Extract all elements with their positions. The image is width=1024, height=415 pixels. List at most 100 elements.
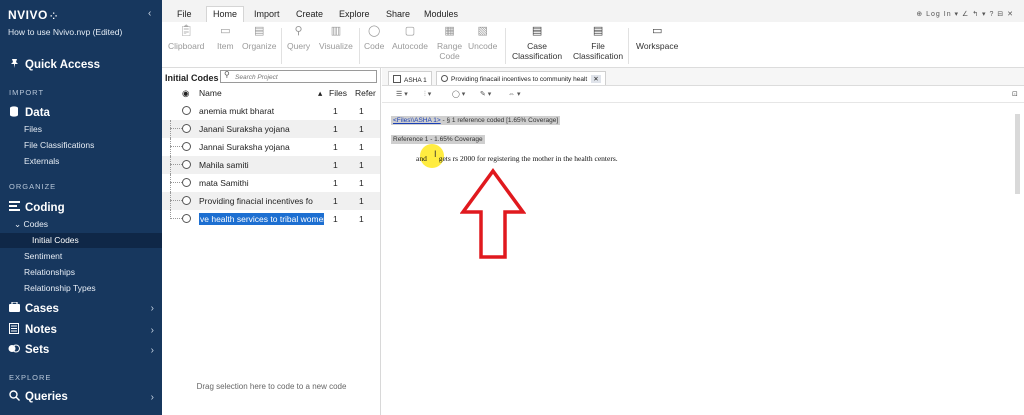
tab-file[interactable]: File — [177, 9, 192, 19]
query-icon: ⚲ — [294, 25, 303, 37]
sidebar-item-cases[interactable]: Cases › — [8, 301, 158, 315]
notes-label: Notes — [25, 324, 57, 336]
notes-icon — [8, 323, 20, 337]
tab-modules[interactable]: Modules — [424, 9, 458, 19]
sidebar-item-relationships[interactable]: Relationships — [24, 267, 75, 277]
tab-import[interactable]: Import — [254, 9, 280, 19]
window-controls[interactable]: ⊕ Log In ▾ ∠ ↰ ▾ ? ⊟ ✕ — [916, 10, 1014, 18]
autocode-icon: ▢ — [404, 25, 416, 37]
tab-providing-incentives[interactable]: Providing finacail incentives to communi… — [436, 71, 606, 85]
tab-home[interactable]: Home — [206, 6, 245, 22]
sidebar-item-sentiment[interactable]: Sentiment — [24, 251, 62, 261]
search-icon — [8, 390, 20, 404]
range-code-button[interactable]: ▦ Range Code — [437, 26, 462, 62]
tab-create[interactable]: Create — [296, 9, 323, 19]
code-button[interactable]: ◯ Code — [364, 25, 384, 52]
tab-explore[interactable]: Explore — [339, 9, 370, 19]
table-row[interactable]: Janani Suraksha yojana 1 1 — [162, 120, 380, 138]
close-icon[interactable]: ✕ — [591, 75, 601, 83]
column-header-name[interactable]: Name — [199, 88, 222, 98]
search-box[interactable]: ⚲ — [220, 70, 377, 83]
code-node-icon — [441, 75, 448, 82]
select-all-radio[interactable]: ◉ — [182, 88, 189, 99]
chevron-right-icon: › — [150, 303, 154, 314]
text-cursor-icon: I — [434, 149, 437, 159]
code-refs-count: 1 — [359, 196, 364, 206]
sidebar-item-queries[interactable]: Queries › — [8, 390, 158, 404]
sets-label: Sets — [25, 344, 50, 356]
column-header-files[interactable]: Files — [329, 88, 347, 98]
document-icon — [393, 75, 401, 83]
table-row[interactable]: Providing finacial incentives fo 1 1 — [162, 192, 380, 210]
code-name-edit-field[interactable]: ve health services to tribal women — [199, 213, 324, 225]
item-button[interactable]: ▭ Item — [217, 26, 234, 52]
sidebar-item-relationship-types[interactable]: Relationship Types — [24, 283, 96, 293]
sidebar-item-initial-codes[interactable]: Initial Codes — [32, 235, 79, 245]
organize-button[interactable]: ▤ Organize — [242, 25, 277, 52]
nvivo-logo: NVIVO ⁘ — [8, 8, 58, 22]
file-classification-button[interactable]: ▤ File Classification — [573, 25, 623, 62]
codes-label: Codes — [23, 219, 49, 229]
annotate-icon[interactable]: ✎ ▾ — [480, 90, 491, 98]
sidebar-item-files[interactable]: Files — [24, 124, 42, 134]
table-row[interactable]: mata Samithi 1 1 — [162, 174, 380, 192]
drag-drop-hint[interactable]: Drag selection here to code to a new cod… — [162, 382, 381, 391]
code-files-count: 1 — [333, 106, 338, 116]
code-node-icon — [182, 214, 191, 223]
list-view-icon[interactable]: ☰ ▾ — [396, 90, 408, 98]
sidebar-item-sets[interactable]: Sets › — [8, 344, 158, 356]
scrollbar[interactable] — [1015, 114, 1020, 194]
file-classification-icon: ▤ — [592, 25, 604, 37]
coding-icon — [8, 201, 20, 214]
tab-asha-1[interactable]: ASHA 1 — [388, 71, 432, 85]
expand-icon[interactable]: ⊡ — [1012, 90, 1018, 98]
table-row[interactable]: anemia mukt bharat 1 1 — [162, 102, 380, 120]
ribbon-tabs: File Home Import Create Explore Share Mo… — [162, 0, 1024, 22]
sidebar-item-notes[interactable]: Notes › — [8, 323, 158, 337]
queries-label: Queries — [25, 391, 68, 403]
table-row[interactable]: Jannai Suraksha yojana 1 1 — [162, 138, 380, 156]
uncode-button[interactable]: ▧ Uncode — [468, 26, 497, 52]
section-explore: EXPLORE — [9, 373, 52, 382]
reference-coverage: Reference 1 - 1.65% Coverage — [391, 135, 485, 144]
coded-text[interactable]: and gets rs 2000 for registering the mot… — [416, 154, 618, 163]
workspace-button[interactable]: ▭ Workspace — [636, 26, 678, 52]
sidebar-item-codes[interactable]: ⌄ Codes — [14, 219, 48, 230]
table-row[interactable]: Mahila samiti 1 1 — [162, 156, 380, 174]
database-icon — [8, 106, 20, 120]
document-toolbar: ☰ ▾ ⫶ ▾ ◯ ▾ ✎ ▾ ⇔ ▾ ⊡ — [382, 87, 1024, 103]
search-input[interactable] — [235, 72, 373, 82]
sidebar-item-data[interactable]: Data — [8, 106, 158, 120]
code-stripes-icon[interactable]: ◯ ▾ — [452, 90, 465, 98]
code-node-icon — [182, 196, 191, 205]
clipboard-button[interactable]: 📋︎ Clipboard — [168, 26, 204, 52]
quick-access-label: Quick Access — [25, 59, 101, 71]
sidebar-item-coding[interactable]: Coding — [8, 201, 158, 214]
visualize-button[interactable]: ▥ Visualize — [319, 25, 353, 52]
autocode-button[interactable]: ▢ Autocode — [392, 25, 428, 52]
tab-share[interactable]: Share — [386, 9, 410, 19]
search-icon: ⚲ — [224, 70, 230, 79]
code-name: Mahila samiti — [199, 160, 249, 170]
column-header-references[interactable]: Refer — [355, 88, 376, 98]
code-refs-count: 1 — [359, 142, 364, 152]
case-classification-button[interactable]: ▤ Case Classification — [512, 26, 562, 62]
query-button[interactable]: ⚲ Query — [287, 25, 310, 52]
link-icon[interactable]: ⇔ ▾ — [508, 90, 520, 98]
sidebar: NVIVO ⁘ ‹ How to use Nvivo.nvp (Edited) Q… — [0, 0, 162, 415]
code-refs-count: 1 — [359, 124, 364, 134]
table-row-editing[interactable]: ve health services to tribal women 1 1 — [162, 210, 380, 228]
sidebar-item-externals[interactable]: Externals — [24, 156, 59, 166]
organize-icon: ▤ — [254, 25, 265, 37]
quick-access-link[interactable]: Quick Access — [8, 58, 100, 72]
sidebar-item-file-classifications[interactable]: File Classifications — [24, 140, 94, 150]
code-icon: ◯ — [368, 25, 381, 37]
highlight-icon[interactable]: ⫶ ▾ — [424, 90, 431, 99]
code-node-icon — [182, 124, 191, 133]
ribbon-home: 📋︎ Clipboard ▭ Item ▤ Organize ⚲ Query ▥ Visu… — [162, 22, 1024, 68]
project-name: How to use Nvivo.nvp (Edited) — [8, 27, 123, 37]
visualize-icon: ▥ — [330, 25, 342, 37]
collapse-sidebar-button[interactable]: ‹ — [148, 8, 151, 19]
file-link[interactable]: <Files\\ASHA 1> — [393, 117, 441, 124]
sort-up-icon[interactable]: ▴ — [318, 88, 322, 99]
